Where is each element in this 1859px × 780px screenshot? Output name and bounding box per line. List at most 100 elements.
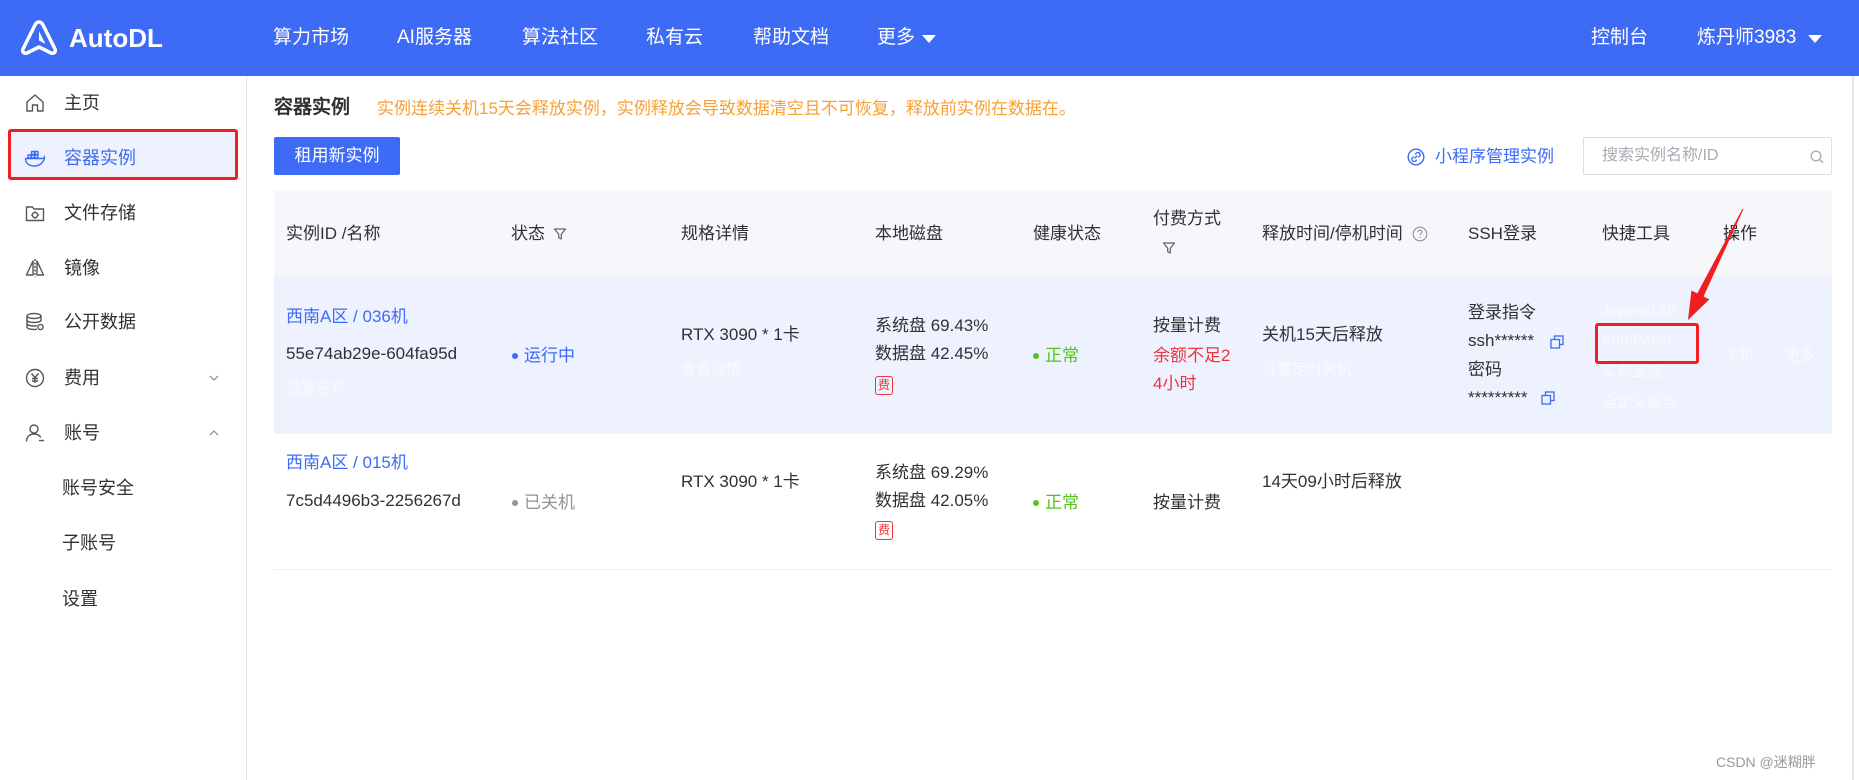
- system-disk-usage: 系统盘 69.29%: [875, 463, 989, 482]
- sidebar-item-label: 账号安全: [62, 478, 134, 498]
- status-badge: 运行中: [524, 346, 575, 365]
- filter-icon[interactable]: [1162, 241, 1176, 255]
- sidebar-item-label: 容器实例: [64, 148, 136, 168]
- chevron-up-icon[interactable]: [208, 427, 220, 439]
- release-time: 14天09小时后释放: [1262, 472, 1402, 491]
- instance-id: 7c5d4496b3-2256267d: [286, 491, 461, 510]
- search-box: [1583, 137, 1832, 175]
- fee-badge: 费: [875, 521, 893, 540]
- billing-method: 按量计费: [1153, 316, 1221, 335]
- yen-icon: [25, 368, 45, 388]
- instance-id: 55e74ab29e-604fa95d: [286, 344, 458, 363]
- caret-down-icon[interactable]: [1808, 35, 1822, 43]
- status-dot: [512, 500, 518, 506]
- brand-name[interactable]: AutoDL: [69, 22, 163, 54]
- user-menu[interactable]: 炼丹师3983: [1697, 26, 1796, 50]
- tool-instance-monitor-link[interactable]: 实例监控: [1602, 360, 1662, 384]
- sidebar-item-label: 设置: [62, 589, 98, 609]
- ssh-password-label: 密码: [1468, 360, 1502, 379]
- health-dot: [1033, 500, 1039, 506]
- release-notice: 实例连续关机15天会释放实例，实例释放会导致数据清空且不可恢复，释放前实例在数据…: [377, 99, 1076, 118]
- shutdown-button[interactable]: 关机: [1724, 344, 1754, 368]
- ssh-password: *********: [1468, 388, 1528, 407]
- sidebar-item-label: 镜像: [64, 258, 100, 278]
- filter-icon[interactable]: [553, 227, 567, 241]
- mini-program-manage-link[interactable]: 小程序管理实例: [1435, 145, 1554, 169]
- sidebar-item-file-storage[interactable]: 文件存储: [8, 188, 238, 238]
- sidebar-item-account[interactable]: 账号: [8, 408, 238, 458]
- watermark: CSDN @迷糊胖: [1716, 754, 1816, 770]
- status-dot: [512, 353, 518, 359]
- health-status: 正常: [1045, 493, 1079, 512]
- copy-icon[interactable]: [1550, 335, 1564, 349]
- link-icon[interactable]: [1407, 148, 1425, 166]
- nav-compute-market[interactable]: 算力市场: [273, 26, 349, 50]
- sidebar: 主页 容器实例 文件存储 镜像 公开数据 费用 账号 账号安全 子账号 设置: [0, 76, 247, 780]
- copy-icon[interactable]: [1541, 391, 1555, 405]
- autodl-logo-icon[interactable]: [20, 19, 58, 57]
- nav-algorithm-community[interactable]: 算法社区: [522, 26, 598, 50]
- sidebar-item-container-instances[interactable]: 容器实例: [8, 133, 238, 183]
- sidebar-item-label: 公开数据: [64, 312, 136, 332]
- schedule-shutdown-link[interactable]: 设置定时关机: [1262, 358, 1352, 382]
- instance-name-link[interactable]: 西南A区 / 036机: [286, 305, 408, 329]
- nav-ai-server[interactable]: AI服务器: [397, 26, 472, 50]
- nav-more[interactable]: 更多: [877, 26, 915, 50]
- data-disk-usage: 数据盘 42.05%: [875, 491, 989, 510]
- sidebar-item-sub-account[interactable]: 子账号: [8, 518, 238, 568]
- user-icon: [25, 424, 44, 442]
- mirror-image-icon: [25, 259, 45, 277]
- system-disk-usage: 系统盘 69.43%: [875, 316, 989, 335]
- home-icon: [26, 94, 44, 112]
- sidebar-item-settings[interactable]: 设置: [8, 574, 238, 624]
- chevron-down-icon[interactable]: [208, 372, 220, 384]
- instance-name-link[interactable]: 西南A区 / 015机: [286, 451, 408, 475]
- sidebar-item-home[interactable]: 主页: [8, 78, 238, 128]
- column-header-billing: 付费方式: [1153, 209, 1221, 228]
- sidebar-item-account-security[interactable]: 账号安全: [8, 463, 238, 513]
- search-input[interactable]: [1584, 138, 1794, 174]
- column-header-quick-tools: 快捷工具: [1602, 224, 1670, 243]
- column-header-status: 状态: [511, 224, 545, 243]
- sidebar-item-billing[interactable]: 费用: [8, 353, 238, 403]
- sidebar-item-label: 账号: [64, 423, 100, 443]
- column-header-actions: 操作: [1723, 224, 1757, 243]
- balance-warning: 余额不足24小时: [1153, 346, 1231, 393]
- tool-jupyterlab-link[interactable]: JupyterLab: [1602, 299, 1676, 323]
- nav-help-docs[interactable]: 帮助文档: [753, 26, 829, 50]
- search-icon[interactable]: [1810, 150, 1824, 164]
- fee-badge: 费: [875, 376, 893, 395]
- gpu-spec: RTX 3090 * 1卡: [681, 325, 800, 344]
- page-title: 容器实例: [274, 97, 351, 118]
- sidebar-item-public-data[interactable]: 公开数据: [8, 297, 238, 347]
- column-header-spec: 规格详情: [681, 224, 749, 243]
- column-header-ssh-login: SSH登录: [1468, 224, 1537, 243]
- view-details-link[interactable]: 查看详情: [681, 358, 741, 382]
- release-time: 关机15天后释放: [1262, 325, 1383, 344]
- sidebar-item-label: 费用: [64, 368, 100, 388]
- sidebar-item-images[interactable]: 镜像: [8, 243, 238, 293]
- nav-private-cloud[interactable]: 私有云: [646, 26, 703, 50]
- top-nav-bar: AutoDL 算力市场 AI服务器 算法社区 私有云 帮助文档 更多 控制台 炼…: [0, 0, 1859, 76]
- sidebar-item-label: 文件存储: [64, 203, 136, 223]
- nav-console[interactable]: 控制台: [1591, 26, 1648, 50]
- tool-autopanel-link[interactable]: AutoPanel: [1602, 329, 1671, 353]
- caret-down-icon[interactable]: [922, 35, 936, 43]
- data-disk-usage: 数据盘 42.45%: [875, 344, 989, 363]
- column-header-health: 健康状态: [1033, 224, 1101, 243]
- tool-custom-service-link[interactable]: 自定义服务: [1602, 391, 1677, 415]
- rent-new-instance-button[interactable]: 租用新实例: [274, 137, 400, 175]
- database-icon: [26, 312, 44, 331]
- question-circle-icon[interactable]: [1412, 226, 1428, 242]
- sidebar-item-label: 主页: [64, 93, 100, 113]
- status-badge: 已关机: [524, 493, 575, 512]
- more-actions-button[interactable]: 更多: [1785, 344, 1815, 368]
- column-header-instance-id: 实例ID /名称: [286, 224, 381, 243]
- sidebar-item-label: 子账号: [62, 533, 116, 553]
- file-storage-icon: [25, 206, 45, 222]
- gpu-spec: RTX 3090 * 1卡: [681, 472, 800, 491]
- docker-icon: [24, 150, 46, 167]
- billing-method: 按量计费: [1153, 493, 1221, 512]
- health-status: 正常: [1045, 346, 1079, 365]
- set-name-link[interactable]: 设置名称: [286, 377, 346, 401]
